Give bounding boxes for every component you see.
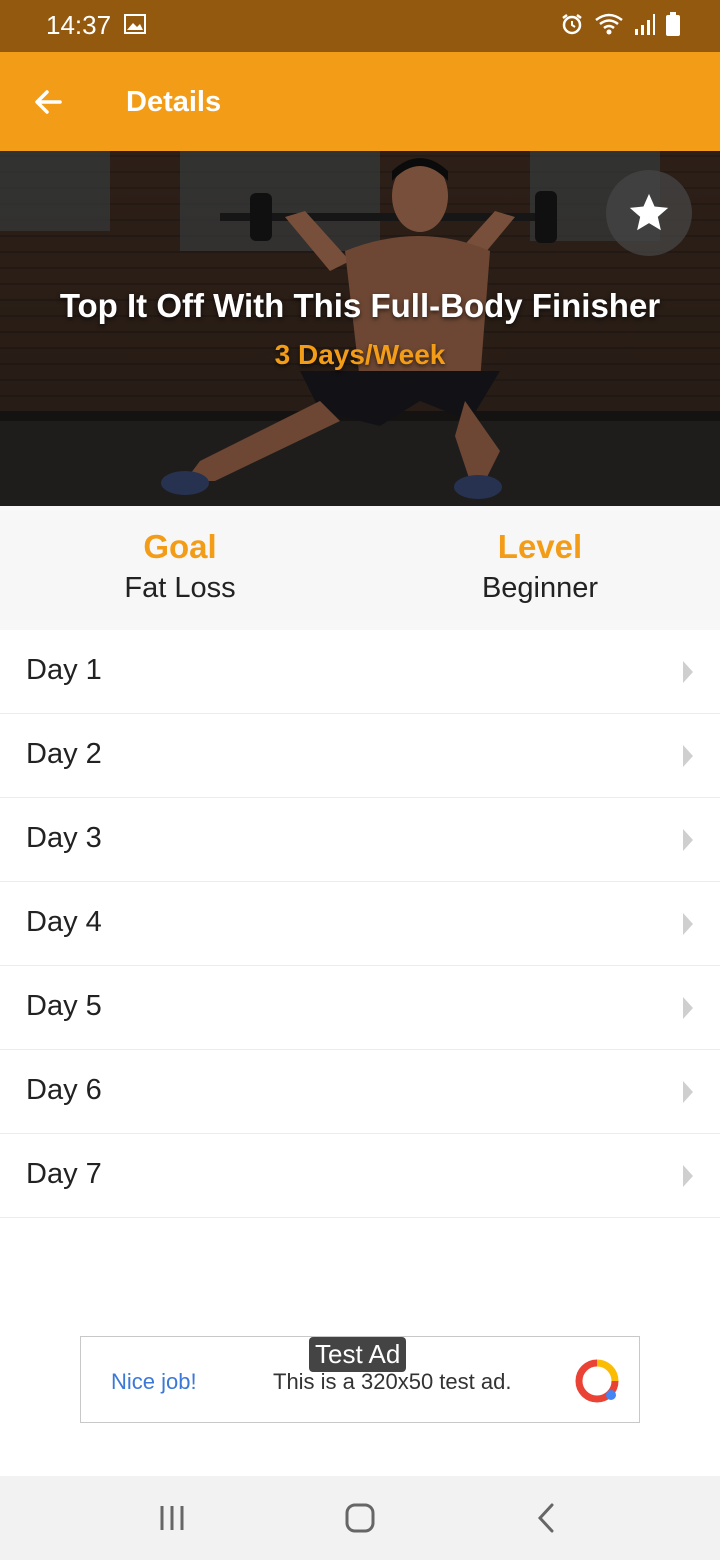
day-label: Day 3 [26, 822, 102, 854]
list-item-day-7[interactable]: Day 7 [0, 1134, 720, 1218]
list-item-day-3[interactable]: Day 3 [0, 798, 720, 882]
workout-frequency: 3 Days/Week [274, 339, 446, 370]
workout-info-panel: Goal Fat Loss Level Beginner [0, 506, 720, 630]
list-item-day-4[interactable]: Day 4 [0, 882, 720, 966]
status-icons [560, 12, 680, 36]
back-chevron-icon [537, 1503, 554, 1533]
day-label: Day 7 [26, 1158, 102, 1190]
home-button[interactable] [338, 1498, 382, 1538]
recent-apps-button[interactable] [150, 1498, 194, 1538]
day-label: Day 5 [26, 990, 102, 1022]
list-item-day-5[interactable]: Day 5 [0, 966, 720, 1050]
system-nav-bar [0, 1476, 720, 1560]
workout-title: Top It Off With This Full-Body Finisher [59, 287, 661, 324]
level-section: Level Beginner [360, 528, 720, 605]
back-button[interactable] [22, 76, 74, 128]
level-value: Beginner [481, 572, 599, 604]
goal-value: Fat Loss [124, 572, 236, 604]
goal-section: Goal Fat Loss [0, 528, 360, 605]
ad-network-logo-icon [575, 1359, 619, 1403]
ad-banner[interactable]: Nice job! This is a 320x50 test ad. Test… [80, 1336, 640, 1423]
recent-apps-icon [160, 1506, 184, 1530]
day-label: Day 2 [26, 738, 102, 770]
day-list: Day 1 Day 2 Day 3 Day 4 Day 5 Day 6 Day … [0, 630, 720, 1218]
image-notification-icon [124, 14, 146, 34]
day-label: Day 6 [26, 1074, 102, 1106]
goal-label: Goal [143, 528, 217, 565]
workout-hero-image: Top It Off With This Full-Body Finisher … [0, 151, 720, 506]
wifi-icon [595, 13, 623, 35]
ad-test-tag: Test Ad [309, 1337, 407, 1372]
chevron-right-icon [683, 829, 693, 851]
chevron-right-icon [683, 745, 693, 767]
list-item-day-2[interactable]: Day 2 [0, 714, 720, 798]
chevron-right-icon [683, 1165, 693, 1187]
status-bar: 14:37 [0, 0, 720, 52]
list-item-day-6[interactable]: Day 6 [0, 1050, 720, 1134]
ad-text: This is a 320x50 test ad. [273, 1369, 512, 1394]
arrow-left-icon [35, 90, 62, 114]
status-time: 14:37 [46, 10, 112, 40]
chevron-right-icon [683, 661, 693, 683]
home-icon [345, 1503, 375, 1533]
day-label: Day 1 [26, 654, 102, 686]
level-label: Level [497, 528, 583, 565]
app-bar: Details [0, 52, 720, 151]
chevron-right-icon [683, 997, 693, 1019]
alarm-icon [562, 14, 582, 35]
chevron-right-icon [683, 913, 693, 935]
chevron-right-icon [683, 1081, 693, 1103]
day-label: Day 4 [26, 906, 102, 938]
star-icon [629, 193, 669, 231]
system-back-button[interactable] [524, 1498, 568, 1538]
list-item-day-1[interactable]: Day 1 [0, 630, 720, 714]
ad-cta: Nice job! [111, 1369, 197, 1394]
signal-icon [635, 14, 655, 35]
favorite-button[interactable] [606, 170, 692, 256]
battery-icon [666, 12, 680, 36]
page-title: Details [126, 86, 222, 118]
